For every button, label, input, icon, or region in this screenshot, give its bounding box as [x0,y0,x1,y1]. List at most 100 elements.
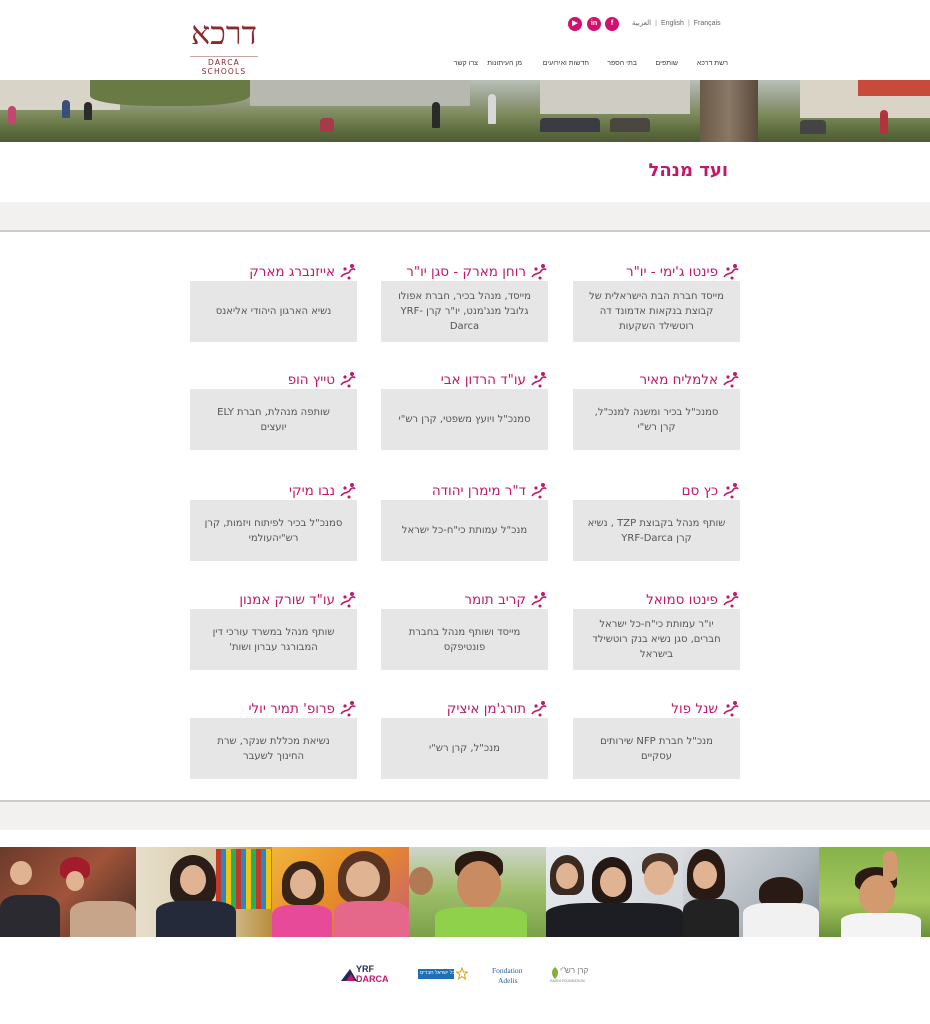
member-card: נבו מיקי סמנכ"ל בכיר לפיתוח ויזמות, קרן … [190,481,357,563]
nav-item-darca-network[interactable]: רשת דרכא [697,60,728,67]
partner-line-1: כל ישראל חברים [420,970,455,976]
photo-bookshelf [216,849,272,909]
linkedin-icon[interactable]: in [587,17,601,31]
lang-french[interactable]: Français [694,20,721,27]
rashi-foundation-logo[interactable]: קרן רש"י RASHI FOUNDATION [550,964,590,986]
member-card: טייץ הופ שותפה מנהלת, חברת ELY יועצים [190,370,357,452]
nav-item-press[interactable]: מן העיתונות [487,60,522,67]
member-card: פרופ' תמיר יולי נשיאת מכללת שנקר, שרת הח… [190,699,357,781]
lang-english[interactable]: English [661,20,684,27]
member-description-box: סמנכ"ל בכיר ומשנה למנכ"ל, קרן רש"י [573,389,740,450]
page-title: ועד מנהל [648,160,728,181]
darca-logo[interactable]: דרכא DARCA SCHOOLS [186,12,262,76]
site-header: דרכא DARCA SCHOOLS ▶ in f العربية | Englis… [0,0,930,80]
photo-students-crafting [0,847,136,937]
kol-israel-haverim-logo[interactable]: כל ישראל חברים [418,964,468,986]
photo-face [457,861,501,909]
flourish-icon [723,264,739,280]
photo-students-microscope [683,847,819,937]
member-card: פינטו סמואל יו"ר עמותת כי"ח-כל ישראל חבר… [573,590,740,672]
nav-item-schools[interactable]: בתי הספר [607,60,637,67]
photo-face [10,861,32,885]
member-card: עו"ד שורק אמנון שותף מנהל במשרד עורכי די… [190,590,357,672]
banner-person [84,102,92,120]
member-name: עו"ד שורק אמנון [239,592,335,608]
logo-hebrew-text: דרכא [191,14,257,52]
partner-line-2: DARCA [356,974,389,984]
member-description: נשיאת מכללת שנקר, שרת החינוך לשעבר [217,735,330,762]
photo-face [600,867,626,897]
member-name: אייזנברג מארק [249,264,335,280]
member-name: פרופ' תמיר יולי [248,701,335,717]
nav-item-contact[interactable]: צרו קשר [454,60,478,67]
member-description: מנכ"ל עמותת כי"ח-כל ישראל [401,525,528,536]
member-card: קריב תומר מייסד ושותף מנהל בחברת פונטיפק… [381,590,548,672]
yre-darca-logo[interactable]: YRF DARCA [340,964,398,986]
member-name: ד"ר מימרן יהודה [431,483,526,499]
nav-item-partners[interactable]: שותפים [656,60,678,67]
member-description-box: סמנכ"ל ויועץ משפטי, קרן רש"י [381,389,548,450]
member-description-box: שותף מנהל בקבוצת TZP , נשיא קרן YRF-Darc… [573,500,740,561]
board-members-grid: פינטו ג'ימי - יו"ר מייסד חברת הבת הישראל… [0,232,930,800]
photo-face [290,869,316,899]
logo-english-text: DARCA SCHOOLS [201,58,247,76]
flourish-icon [531,592,547,608]
banner-group [610,118,650,132]
photo-body [546,903,683,937]
lang-separator: | [655,20,657,27]
partner-line-2: RASHI FOUNDATION [550,979,585,983]
photo-table [70,901,136,937]
member-description: מנכ"ל חברת NFP שירותים עסקיים [600,735,713,762]
partner-line-1: קרן רש"י [560,966,589,975]
photo-face [644,861,674,895]
flourish-icon [531,372,547,388]
member-card: רוחן מארק - סגן יו"ר מייסד, מנהל בכיר, ח… [381,262,548,344]
flourish-icon [340,264,356,280]
member-description: יו"ר עמותת כי"ח-כל ישראל חברים, סגן נשיא… [592,619,721,660]
photo-body [0,895,60,937]
member-card: עו"ד הרדון אבי סמנכ"ל ויועץ משפטי, קרן ר… [381,370,548,452]
photo-face [859,875,895,915]
member-description-box: מייסד חברת הבת הישראלית של קבוצת בנקאות … [573,281,740,342]
hero-banner-image [0,80,930,142]
banner-tree [90,80,250,106]
member-card: פינטו ג'ימי - יו"ר מייסד חברת הבת הישראל… [573,262,740,344]
member-description: מנכ"ל, קרן רש"י [429,743,500,754]
flourish-icon [531,701,547,717]
youtube-icon[interactable]: ▶ [568,17,582,31]
member-description: סמנכ"ל ויועץ משפטי, קרן רש"י [398,414,531,425]
member-description-box: מייסד, מנהל בכיר, חברת אפולו גלובל מנג'מ… [381,281,548,342]
member-card: ד"ר מימרן יהודה מנכ"ל עמותת כי"ח-כל ישרא… [381,481,548,563]
member-description-box: נשיאת מכללת שנקר, שרת החינוך לשעבר [190,718,357,779]
banner-person [488,94,496,124]
banner-awning [858,80,930,96]
photo-girls-laughing [272,847,409,937]
member-description: סמנכ"ל בכיר לפיתוח ויזמות, קרן רש"יהעולמ… [204,517,343,544]
facebook-icon[interactable]: f [605,17,619,31]
lang-arabic[interactable]: العربية [632,19,651,27]
photo-body [841,913,921,937]
flourish-icon [340,483,356,499]
member-name: טייץ הופ [287,372,335,388]
photo-teen-group [546,847,683,937]
language-switcher: العربية | English | Français [632,19,721,27]
photo-face [409,867,433,895]
photo-face [346,861,380,897]
fondation-adelis-logo[interactable]: Fondation Adelis [492,964,532,986]
member-name: פינטו ג'ימי - יו"ר [625,264,718,280]
member-name: נבו מיקי [289,483,335,499]
banner-person [8,106,16,124]
photo-face [180,865,206,895]
member-name: אלמליח מאיר [639,372,718,388]
member-description-box: שותפה מנהלת, חברת ELY יועצים [190,389,357,450]
photo-body [435,907,527,937]
member-description-box: מנכ"ל חברת NFP שירותים עסקיים [573,718,740,779]
lang-separator: | [687,20,690,27]
nav-item-news-events[interactable]: חדשות ואירועים [543,60,589,67]
member-name: רוחן מארק - סגן יו"ר [406,264,526,280]
banner-group [540,118,600,132]
photo-face [693,861,717,889]
photo-body [683,899,739,937]
flourish-icon [723,372,739,388]
member-name: עו"ד הרדון אבי [440,372,526,388]
